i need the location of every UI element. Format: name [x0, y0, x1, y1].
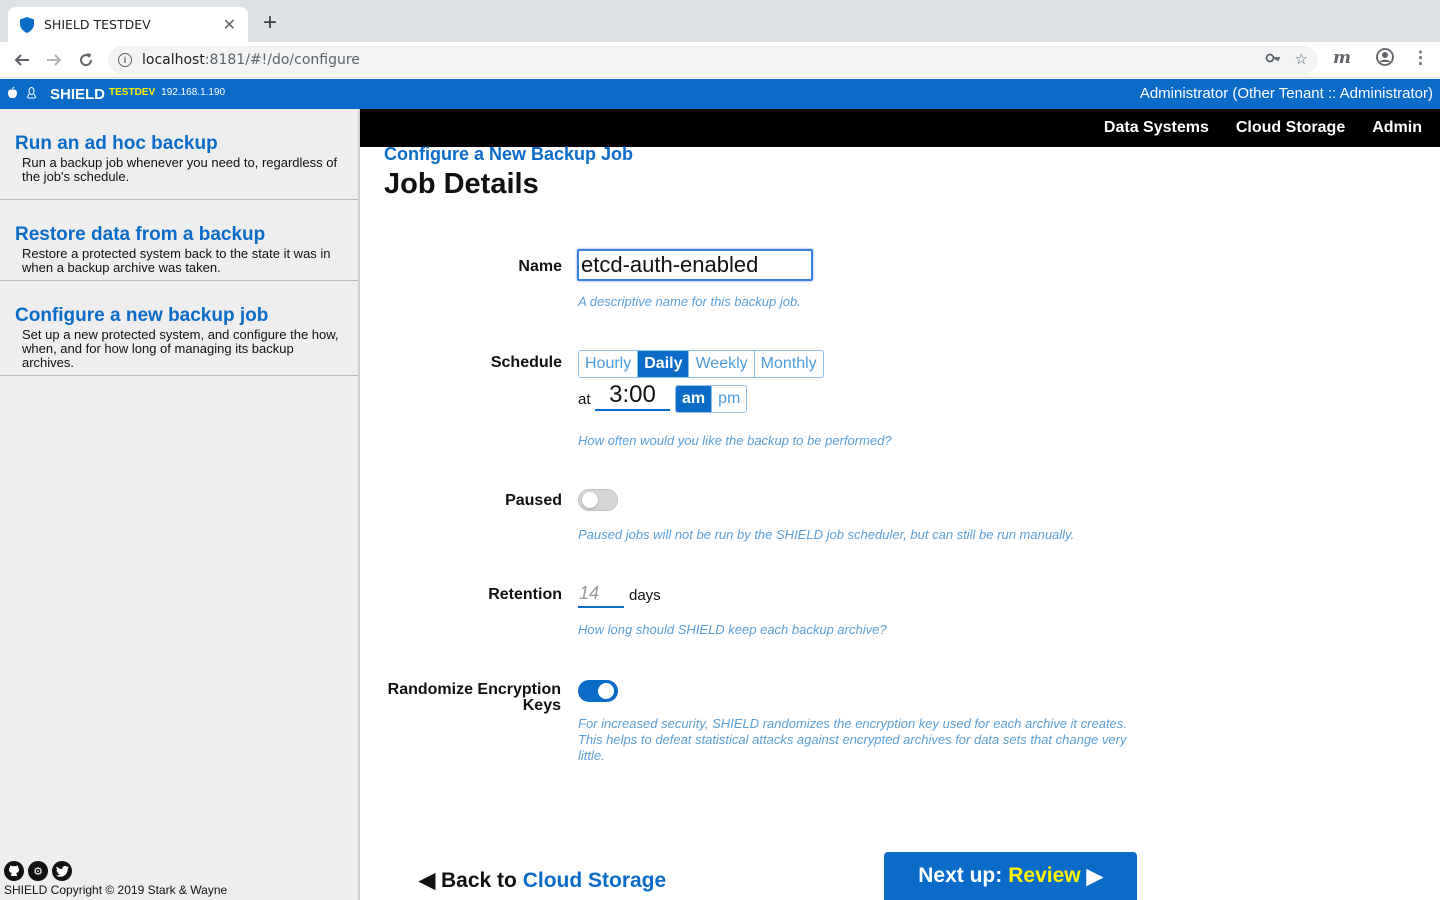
tab-title: SHIELD TESTDEV [44, 17, 151, 32]
next-prefix: Next up: [918, 864, 1003, 887]
sidebar-item-title[interactable]: Configure a new backup job [15, 306, 343, 326]
back-prefix: ◀ Back to [419, 869, 517, 892]
copyright: SHIELD Copyright © 2019 Stark & Wayne [4, 883, 228, 897]
extension-icon[interactable]: m [1333, 48, 1351, 68]
sidebar-item-adhoc-backup[interactable]: Run an ad hoc backup Run a backup job wh… [0, 109, 358, 200]
schedule-segmented-control: Hourly Daily Weekly Monthly [578, 350, 824, 378]
browser-tab[interactable]: SHIELD TESTDEV ✕ [8, 7, 248, 42]
schedule-option-monthly[interactable]: Monthly [755, 351, 823, 377]
schedule-option-hourly[interactable]: Hourly [579, 351, 639, 377]
back-arrow-icon[interactable] [10, 48, 34, 72]
address-bar[interactable]: i localhost :8181/#!/do/configure ☆ [108, 46, 1318, 74]
ampm-option-am[interactable]: am [676, 386, 713, 412]
name-input[interactable]: etcd-auth-enabled [577, 249, 813, 281]
close-icon[interactable]: ✕ [223, 15, 236, 35]
sidebar-item-desc: Restore a protected system back to the s… [22, 246, 331, 275]
randomize-hint: For increased security, SHIELD randomize… [578, 716, 1127, 763]
retention-unit: days [629, 587, 661, 604]
next-target: Review [1008, 864, 1081, 887]
sidebar-item-desc: Set up a new protected system, and confi… [22, 327, 339, 370]
page-title: Job Details [384, 168, 539, 200]
top-nav: Data Systems Cloud Storage Admin [360, 109, 1440, 147]
schedule-hint: How often would you like the backup to b… [578, 433, 892, 448]
back-target[interactable]: Cloud Storage [523, 869, 667, 892]
name-label: Name [518, 258, 562, 275]
sidebar: Run an ad hoc backup Run a backup job wh… [0, 109, 360, 900]
randomize-toggle[interactable] [578, 680, 618, 702]
forward-arrow-icon[interactable] [42, 48, 66, 72]
nav-data-systems[interactable]: Data Systems [1104, 119, 1209, 137]
url-path: :8181/#!/do/configure [204, 52, 360, 68]
profile-icon[interactable] [1376, 48, 1394, 71]
apple-icon [7, 86, 18, 102]
at-label: at [578, 391, 591, 408]
name-hint: A descriptive name for this backup job. [578, 294, 801, 309]
schedule-label: Schedule [490, 354, 562, 371]
key-icon[interactable] [1265, 50, 1281, 70]
retention-hint: How long should SHIELD keep each backup … [578, 622, 887, 637]
info-icon[interactable]: i [118, 53, 132, 67]
ampm-option-pm[interactable]: pm [712, 386, 746, 412]
paused-hint: Paused jobs will not be run by the SHIEL… [578, 527, 1075, 542]
retention-label: Retention [488, 586, 562, 603]
reload-icon[interactable] [74, 48, 98, 72]
nav-admin[interactable]: Admin [1372, 119, 1422, 137]
sidebar-item-desc: Run a backup job whenever you need to, r… [22, 155, 338, 184]
app-header: SHIELD TESTDEV 192.168.1.190 Administrat… [0, 79, 1440, 109]
sidebar-item-restore[interactable]: Restore data from a backup Restore a pro… [0, 200, 358, 281]
retention-input[interactable]: 14 [578, 583, 624, 608]
environment-badge: TESTDEV [109, 86, 156, 98]
github-icon[interactable] [4, 861, 24, 881]
schedule-option-daily[interactable]: Daily [638, 351, 690, 377]
menu-kebab-icon[interactable]: ⋮ [1412, 48, 1429, 68]
play-arrow-icon: ▶ [1086, 864, 1103, 888]
app-brand[interactable]: SHIELD [50, 86, 105, 103]
toggle-knob [598, 683, 614, 699]
new-tab-button[interactable]: + [258, 9, 282, 37]
user-menu[interactable]: Administrator (Other Tenant :: Administr… [1140, 85, 1433, 102]
linux-icon [26, 86, 37, 102]
gear-icon[interactable]: ⚙ [28, 861, 48, 881]
randomize-label: Randomize Encryption Keys [387, 681, 561, 714]
sidebar-footer: ⚙ SHIELD Copyright © 2019 Stark & Wayne [4, 861, 227, 897]
sidebar-item-configure-job[interactable]: Configure a new backup job Set up a new … [0, 281, 358, 376]
sidebar-item-title[interactable]: Restore data from a backup [15, 225, 343, 245]
next-button[interactable]: Next up: Review ▶ [884, 852, 1137, 900]
back-link[interactable]: ◀ Back to Cloud Storage [419, 868, 666, 893]
schedule-option-weekly[interactable]: Weekly [689, 351, 755, 377]
server-ip: 192.168.1.190 [161, 86, 226, 98]
ampm-segmented-control: am pm [675, 385, 748, 413]
breadcrumb: Configure a New Backup Job [384, 144, 634, 164]
sidebar-item-title[interactable]: Run an ad hoc backup [15, 134, 343, 154]
url-host: localhost [142, 52, 205, 68]
time-input[interactable]: 3:00 [595, 381, 670, 411]
paused-label: Paused [505, 492, 562, 509]
browser-tabbar: SHIELD TESTDEV ✕ + [0, 0, 1440, 42]
nav-cloud-storage[interactable]: Cloud Storage [1236, 119, 1345, 137]
toggle-knob [582, 492, 598, 508]
twitter-icon[interactable] [52, 861, 72, 881]
paused-toggle[interactable] [578, 489, 618, 511]
shield-icon [20, 16, 34, 33]
star-icon[interactable]: ☆ [1295, 50, 1308, 70]
browser-toolbar: i localhost :8181/#!/do/configure ☆ m ⋮ [0, 42, 1440, 78]
